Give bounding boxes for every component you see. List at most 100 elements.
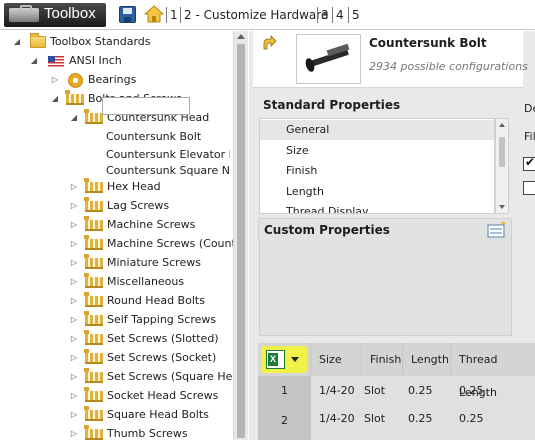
tree-item-folder[interactable]: ▷ Set Screws (Slotted) [0, 330, 233, 348]
grid-cell[interactable]: 1/4-20 [311, 404, 355, 434]
tree-item-label: Lag Screws [107, 197, 169, 215]
collapsed-arrow-icon[interactable]: ▷ [69, 311, 79, 329]
scroll-thumb[interactable] [237, 44, 245, 438]
breadcrumb-step-4[interactable]: 4 [336, 8, 344, 22]
tree-item-folder[interactable]: ▷Machine Screws [0, 216, 233, 234]
option-checkbox[interactable]: ✔ [523, 157, 535, 171]
separator [317, 7, 318, 23]
column-header-thread-length[interactable]: Thread Length [451, 343, 535, 376]
column-header-length[interactable]: Length [403, 343, 451, 376]
collapsed-arrow-icon[interactable]: ▷ [69, 387, 79, 405]
part-name: Countersunk Bolt [369, 36, 487, 50]
tree-item-folder[interactable]: ▷ Set Screws (Socket) [0, 349, 233, 367]
us-flag-icon [48, 56, 64, 67]
collapsed-arrow-icon[interactable]: ▷ [69, 425, 79, 443]
option-checkbox[interactable] [523, 181, 535, 195]
add-property-icon[interactable] [487, 220, 507, 238]
collapsed-arrow-icon[interactable]: ▷ [69, 292, 79, 310]
screw-folder-icon [85, 113, 103, 124]
home-icon[interactable] [144, 4, 164, 24]
grid-cell[interactable]: 0.25 [451, 376, 484, 406]
save-icon[interactable] [119, 6, 136, 23]
screw-folder-icon [85, 296, 103, 307]
screw-folder-icon [85, 182, 103, 193]
tree-item-folder[interactable]: ▷Round Head Bolts [0, 292, 233, 310]
breadcrumb-step-1[interactable]: 1 [170, 8, 178, 22]
tree-item-folder[interactable]: ▷ Lag Screws [0, 197, 233, 215]
back-arrow-icon[interactable] [261, 35, 277, 51]
tree-item-folder[interactable]: ▷ Thumb Screws [0, 425, 233, 443]
breadcrumb-step-2[interactable]: 2 - Customize Hardware [184, 8, 328, 22]
properties-scrollbar[interactable] [495, 118, 509, 214]
scroll-thumb[interactable] [499, 137, 505, 167]
scroll-up-arrow-icon[interactable] [499, 123, 505, 127]
tree-item-folder[interactable]: ▷Square Head Bolts [0, 406, 233, 424]
grid-cell[interactable]: 0.25 [400, 404, 433, 434]
tree-item-label: Hex Head [107, 178, 161, 196]
tree-item-label: Set Screws (Slotted) [107, 330, 219, 348]
tree-item-label: ANSI Inch [69, 52, 122, 70]
breadcrumb-step-3[interactable]: 3 [321, 8, 329, 22]
tree-item-label: Set Screws (Socket) [107, 349, 216, 367]
tree-scrollbar[interactable] [233, 31, 248, 440]
screw-folder-icon [85, 258, 103, 269]
tree-item-toolbox-standards[interactable]: ◢ Toolbox Standards [0, 33, 233, 51]
collapsed-arrow-icon[interactable]: ▷ [69, 254, 79, 272]
part-thumbnail [296, 34, 361, 84]
property-item-thread-display[interactable]: Thread Display [260, 202, 495, 214]
row-number[interactable]: 2 [258, 406, 311, 440]
breadcrumb-step-5[interactable]: 5 [352, 8, 360, 22]
tree-item-folder[interactable]: ▷ Set Screws (Square Head [0, 368, 233, 386]
tree-item-folder[interactable]: ▷Machine Screws (Counter [0, 235, 233, 253]
property-item-finish[interactable]: Finish [260, 161, 495, 181]
column-header-size[interactable]: Size [311, 343, 362, 376]
expanded-arrow-icon[interactable]: ◢ [12, 33, 22, 51]
grid-cell[interactable]: 1/4-20 [311, 376, 355, 406]
screw-folder-icon [85, 201, 103, 212]
expanded-arrow-icon[interactable]: ◢ [29, 52, 39, 70]
property-item-general[interactable]: General [260, 120, 495, 140]
collapsed-arrow-icon[interactable]: ▷ [69, 368, 79, 386]
column-header-finish[interactable]: Finish [362, 343, 403, 376]
tree-item-label: Self Tapping Screws [107, 311, 216, 329]
collapsed-arrow-icon[interactable]: ▷ [50, 71, 60, 89]
collapsed-arrow-icon[interactable]: ▷ [69, 349, 79, 367]
tree-item-ansi-inch[interactable]: ◢ ANSI Inch [0, 52, 233, 70]
dropdown-arrow-icon[interactable] [291, 357, 299, 362]
scroll-up-arrow-icon[interactable] [237, 34, 245, 39]
collapsed-arrow-icon[interactable]: ▷ [69, 273, 79, 291]
collapsed-arrow-icon[interactable]: ▷ [69, 330, 79, 348]
tree-item-folder[interactable]: ▷Socket Head Screws [0, 387, 233, 405]
tree-item-folder[interactable]: ▷ Hex Head [0, 178, 233, 196]
side-label: De [524, 102, 535, 115]
collapsed-arrow-icon[interactable]: ▷ [69, 235, 79, 253]
expanded-arrow-icon[interactable]: ◢ [50, 90, 60, 108]
collapsed-arrow-icon[interactable]: ▷ [69, 197, 79, 215]
tree-item-folder[interactable]: ▷ Miscellaneous [0, 273, 233, 291]
tree-item-label: Thumb Screws [107, 425, 188, 443]
grid-cell[interactable]: Slot [356, 376, 385, 406]
expanded-arrow-icon[interactable]: ◢ [69, 109, 79, 127]
screw-folder-icon [85, 410, 103, 421]
grid-cell[interactable]: Slot [356, 404, 385, 434]
property-item-length[interactable]: Length [260, 182, 495, 202]
tree-item-label: Set Screws (Square Head [107, 368, 233, 386]
collapsed-arrow-icon[interactable]: ▷ [69, 178, 79, 196]
tree-item-folder[interactable]: ▷Miniature Screws [0, 254, 233, 272]
tree-item-label: Miscellaneous [107, 273, 184, 291]
tree-item-countersunk-bolt[interactable]: Countersunk Bolt [106, 128, 201, 146]
row-number[interactable]: 1 [258, 376, 311, 406]
excel-icon[interactable] [266, 350, 285, 369]
tree-item-folder[interactable]: ▷ Self Tapping Screws [0, 311, 233, 329]
grid-cell[interactable]: 0.25 [451, 404, 484, 434]
separator [348, 7, 349, 23]
screw-folder-icon [85, 277, 103, 288]
collapsed-arrow-icon[interactable]: ▷ [69, 406, 79, 424]
custom-properties-list [259, 240, 512, 336]
scroll-down-arrow-icon[interactable] [499, 205, 505, 209]
tree-item-bearings[interactable]: ▷ Bearings [0, 71, 233, 89]
selection-highlight [102, 97, 190, 115]
grid-cell[interactable]: 0.25 [400, 376, 433, 406]
property-item-size[interactable]: Size [260, 141, 495, 161]
collapsed-arrow-icon[interactable]: ▷ [69, 216, 79, 234]
